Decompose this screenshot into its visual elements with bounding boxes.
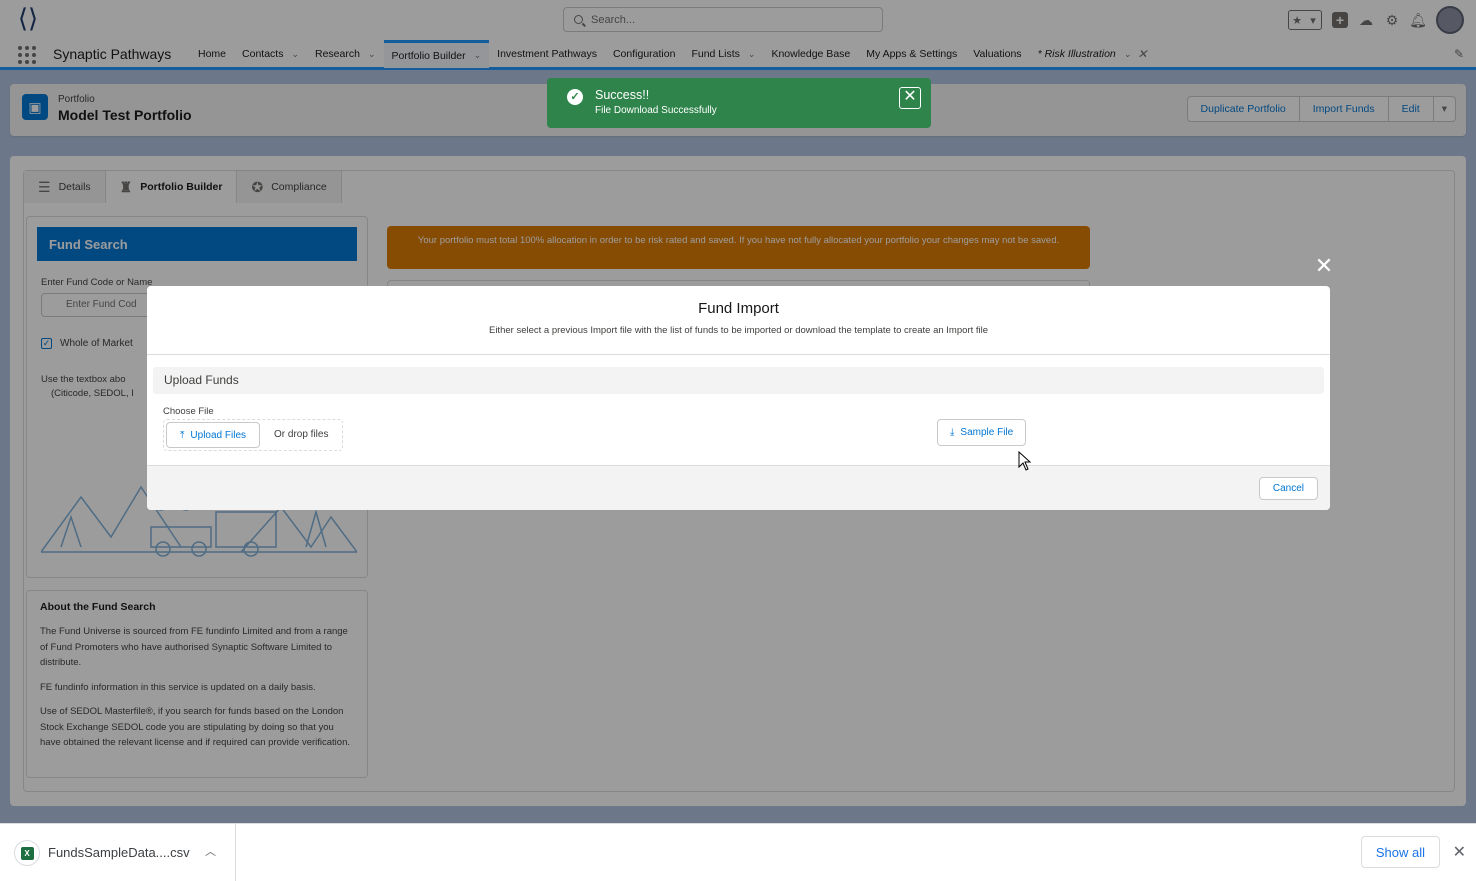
success-toast: ✓ Success!! File Download Successfully ✕ (547, 78, 931, 128)
modal-footer: Cancel (147, 465, 1330, 510)
show-all-button[interactable]: Show all (1360, 836, 1440, 868)
download-icon: ⤓ (950, 427, 955, 438)
upload-funds-section-header: Upload Funds (153, 367, 1324, 394)
chevron-up-icon[interactable]: ︿ (205, 843, 216, 859)
mouse-cursor-icon (1018, 451, 1032, 471)
upload-icon: ⤒ (180, 429, 185, 441)
cancel-button[interactable]: Cancel (1258, 477, 1318, 500)
drop-files-text: Or drop files (274, 429, 329, 440)
modal-header: Fund Import Either select a previous Imp… (147, 286, 1330, 355)
close-shelf-icon[interactable]: ✕ (1453, 842, 1466, 862)
upload-files-button[interactable]: ⤒ Upload Files (166, 422, 261, 448)
file-dropzone[interactable]: ⤒ Upload Files Or drop files (163, 419, 343, 451)
download-file-name[interactable]: FundsSampleData....csv (48, 845, 190, 860)
modal-close-icon[interactable]: ✕ (1313, 255, 1335, 278)
choose-file-label: Choose File (163, 406, 214, 417)
download-item[interactable]: X FundsSampleData....csv ︿ (0, 824, 236, 881)
modal-subtitle: Either select a previous Import file wit… (488, 325, 988, 336)
fund-import-modal: Fund Import Either select a previous Imp… (147, 286, 1330, 510)
excel-file-icon: X (14, 840, 40, 866)
success-check-icon: ✓ (567, 89, 583, 105)
toast-close-icon[interactable]: ✕ (899, 87, 921, 109)
sample-file-button[interactable]: ⤓ Sample File (937, 419, 1027, 446)
toast-message: File Download Successfully (595, 105, 717, 116)
toast-title: Success!! (595, 88, 650, 102)
modal-body: Upload Funds Choose File ⤒ Upload Files … (147, 355, 1330, 465)
modal-title: Fund Import (698, 300, 779, 317)
download-shelf: X FundsSampleData....csv ︿ Show all ✕ (0, 823, 1476, 881)
